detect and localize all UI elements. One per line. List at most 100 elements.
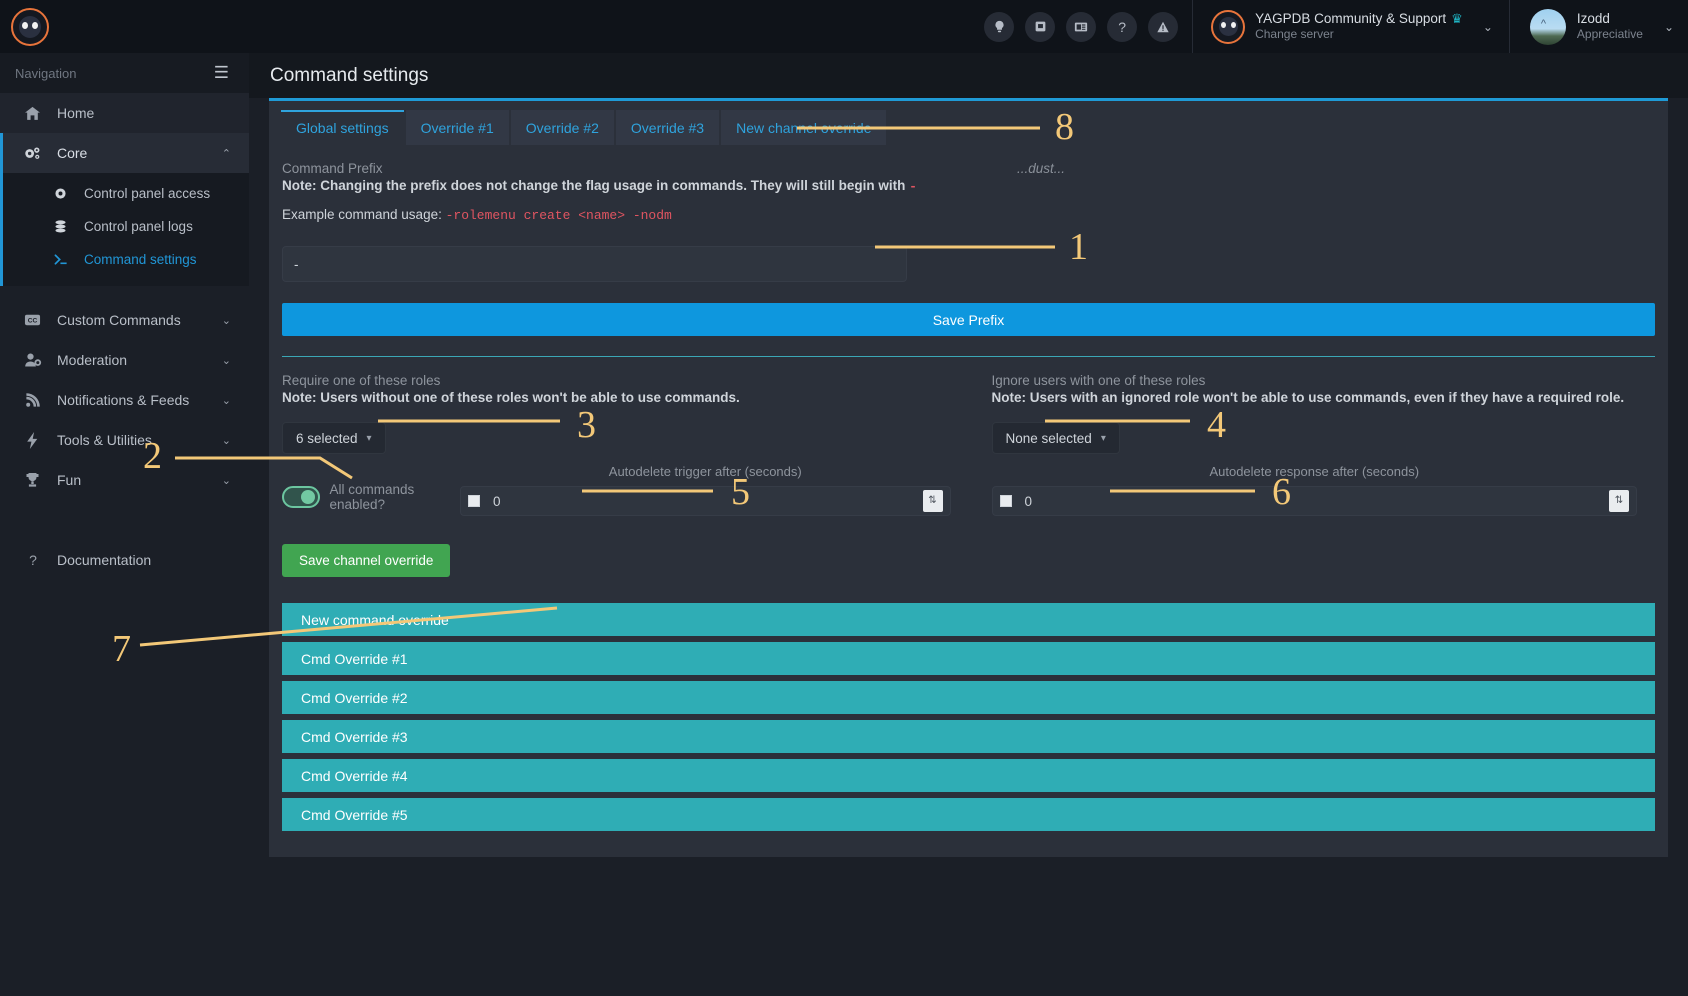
command-prefix-label: Command Prefix [282, 161, 383, 176]
sidebar-item-fun-label: Fun [57, 472, 82, 488]
autodelete-trigger-field: Autodelete trigger after (seconds) 0 ⇅ [460, 464, 951, 516]
override-item-1[interactable]: Cmd Override #1 [282, 642, 1655, 675]
server-avatar [1211, 9, 1246, 44]
all-commands-enabled-label: All commands enabled? [329, 482, 415, 512]
chevron-down-icon[interactable]: ⌄ [1483, 20, 1493, 34]
tab-override-1[interactable]: Override #1 [405, 110, 509, 145]
prefix-note-text: Note: Changing the prefix does not chang… [282, 178, 910, 193]
chevron-down-icon-moderation[interactable]: ⌄ [222, 354, 231, 367]
sidebar-item-custom-commands[interactable]: CC Custom Commands ⌄ [0, 300, 249, 340]
tab-override-2[interactable]: Override #2 [510, 110, 614, 145]
ignore-roles-dropdown[interactable]: None selected ▾ [991, 422, 1120, 454]
navigation-label: Navigation [15, 65, 77, 81]
user-menu[interactable]: Izodd Appreciative ⌄ [1510, 0, 1688, 53]
sidebar-item-tools-utilities-label: Tools & Utilities [57, 432, 152, 448]
override-item-new[interactable]: New command override [282, 603, 1655, 636]
ignore-roles-label: Ignore users with one of these roles [991, 373, 1206, 388]
sidebar-item-tools-utilities[interactable]: Tools & Utilities ⌄ [0, 420, 249, 460]
book-icon[interactable] [1025, 11, 1056, 42]
prefix-input[interactable]: - [282, 246, 907, 282]
gears-icon [22, 145, 43, 162]
save-prefix-button[interactable]: Save Prefix [282, 303, 1655, 336]
autodelete-trigger-value: 0 [493, 493, 501, 509]
server-text: YAGPDB Community & Support ♛ Change serv… [1255, 11, 1463, 43]
prefix-header-text: Command Prefix Note: Changing the prefix… [282, 161, 917, 194]
sidebar-item-moderation[interactable]: Moderation ⌄ [0, 340, 249, 380]
chevron-down-icon-custom-commands[interactable]: ⌄ [222, 314, 231, 327]
server-selector[interactable]: YAGPDB Community & Support ♛ Change serv… [1193, 0, 1510, 53]
change-server-label[interactable]: Change server [1255, 27, 1463, 42]
tab-override-3[interactable]: Override #3 [615, 110, 720, 145]
sidebar-item-documentation-label: Documentation [57, 552, 152, 568]
sidebar-item-fun[interactable]: Fun ⌄ [0, 460, 249, 500]
all-commands-enabled-toggle[interactable] [282, 486, 321, 508]
server-name-row: YAGPDB Community & Support ♛ [1255, 11, 1463, 28]
rss-icon [22, 392, 43, 408]
autodelete-response-stepper[interactable]: ⇅ [1609, 490, 1629, 512]
trophy-icon [22, 472, 43, 488]
help-icon[interactable]: ? [1107, 11, 1138, 42]
main-content: Command settings Global settings Overrid… [249, 53, 1688, 923]
sidebar-item-home[interactable]: Home [0, 93, 249, 133]
question-icon: ? [22, 552, 43, 568]
sidebar-item-documentation[interactable]: ? Documentation [0, 540, 249, 580]
prefix-note-code: - [909, 179, 917, 194]
app-root: ? YAGPDB Community & Support ♛ Change se… [0, 0, 1688, 996]
sidebar-item-home-label: Home [57, 105, 95, 121]
user-text: Izodd Appreciative [1577, 11, 1643, 43]
sidebar-item-moderation-label: Moderation [57, 352, 128, 368]
home-icon [22, 105, 43, 122]
autodelete-response-checkbox[interactable] [999, 495, 1012, 507]
override-item-5[interactable]: Cmd Override #5 [282, 798, 1655, 831]
tab-global-settings[interactable]: Global settings [281, 110, 404, 145]
server-name: YAGPDB Community & Support [1255, 10, 1447, 26]
toggle-and-trigger-row: All commands enabled? Autodelete trigger… [282, 464, 951, 516]
autodelete-trigger-input[interactable]: 0 ⇅ [460, 486, 951, 516]
logo-face [19, 15, 41, 38]
sidebar-item-core[interactable]: Core ⌃ [0, 133, 249, 173]
tab-bar: Global settings Override #1 Override #2 … [269, 101, 1668, 145]
sidebar-item-notifications-feeds-label: Notifications & Feeds [57, 392, 190, 408]
yagpdb-logo-icon[interactable] [11, 7, 49, 46]
hamburger-icon[interactable]: ☰ [214, 63, 229, 83]
require-roles-dropdown[interactable]: 6 selected ▾ [282, 422, 386, 454]
chevron-down-icon-fun[interactable]: ⌄ [222, 474, 231, 487]
prefix-note: Note: Changing the prefix does not chang… [282, 178, 917, 194]
override-item-4[interactable]: Cmd Override #4 [282, 759, 1655, 792]
sidebar-item-control-panel-access-label: Control panel access [84, 186, 211, 201]
override-item-2[interactable]: Cmd Override #2 [282, 681, 1655, 714]
crown-icon: ♛ [1451, 10, 1463, 26]
top-icon-group: ? [984, 0, 1194, 53]
example-code: -rolemenu create <name> -nodm [445, 208, 672, 223]
save-channel-override-button[interactable]: Save channel override [282, 544, 451, 577]
autodelete-trigger-checkbox[interactable] [468, 495, 480, 507]
lightbulb-icon[interactable] [984, 11, 1015, 42]
settings-panel: Global settings Override #1 Override #2 … [269, 98, 1668, 857]
ignore-roles-column: Ignore users with one of these roles Not… [969, 373, 1656, 516]
chevron-up-icon[interactable]: ⌃ [222, 147, 231, 160]
user-chevron-down-icon[interactable]: ⌄ [1664, 20, 1674, 34]
avatar [1529, 8, 1566, 45]
news-icon[interactable] [1066, 11, 1097, 42]
chevron-down-icon-require-roles: ▾ [366, 432, 372, 444]
autodelete-response-value: 0 [1024, 493, 1033, 509]
sidebar-item-command-settings[interactable]: Command settings [3, 243, 249, 276]
dust-text: ...dust... [1016, 161, 1065, 176]
sidebar-item-control-panel-logs-label: Control panel logs [84, 219, 193, 234]
sidebar-item-notifications-feeds[interactable]: Notifications & Feeds ⌄ [0, 380, 249, 420]
autodelete-trigger-stepper[interactable]: ⇅ [922, 490, 943, 512]
chevron-down-icon-tools[interactable]: ⌄ [222, 434, 231, 447]
svg-text:?: ? [29, 552, 37, 568]
sidebar-item-control-panel-logs[interactable]: Control panel logs [3, 210, 249, 243]
require-roles-note: Note: Users without one of these roles w… [282, 390, 740, 405]
autodelete-response-input[interactable]: 0 ⇅ [991, 486, 1637, 516]
svg-text:CC: CC [28, 317, 38, 324]
chevron-down-icon-notifications[interactable]: ⌄ [222, 394, 231, 407]
nav-gap-1 [0, 286, 249, 300]
sidebar-item-control-panel-access[interactable]: Control panel access [3, 177, 249, 210]
override-list: New command override Cmd Override #1 Cmd… [282, 603, 1655, 831]
sidebar-item-command-settings-label: Command settings [84, 252, 197, 267]
tab-new-channel-override[interactable]: New channel override [721, 110, 887, 145]
warning-icon[interactable] [1148, 11, 1179, 42]
override-item-3[interactable]: Cmd Override #3 [282, 720, 1655, 753]
